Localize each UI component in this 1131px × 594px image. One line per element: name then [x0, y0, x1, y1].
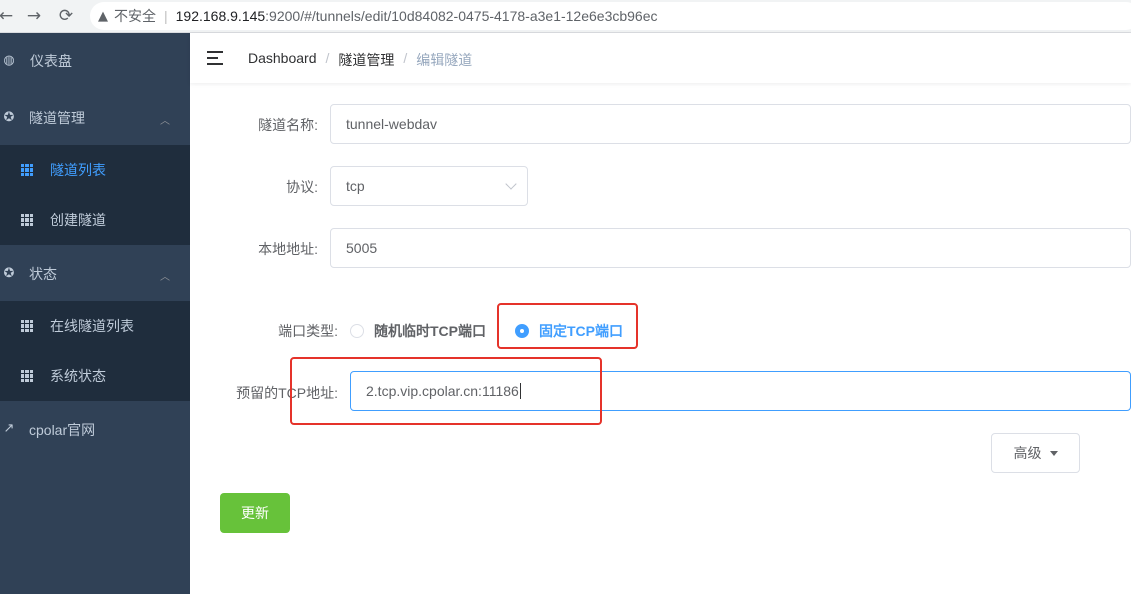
local-address-value: 5005	[346, 240, 378, 256]
breadcrumb-separator: /	[325, 50, 330, 66]
sidebar-item-create-tunnel[interactable]: 创建隧道	[0, 195, 190, 245]
breadcrumb-dashboard[interactable]: Dashboard	[248, 50, 317, 70]
sidebar-item-label: 在线隧道列表	[50, 318, 134, 334]
sidebar-item-status[interactable]: ✪ 状态 ︿	[0, 246, 190, 302]
sidebar-item-label: 创建隧道	[50, 212, 106, 228]
tunnel-name-label: 隧道名称:	[258, 117, 318, 133]
local-address-input[interactable]: 5005	[330, 228, 1131, 268]
radio-label: 随机临时TCP端口	[374, 323, 486, 339]
highlight-box-port-type	[497, 303, 638, 349]
chevron-down-icon	[505, 178, 517, 190]
submenu-status: 在线隧道列表 系统状态	[0, 301, 190, 401]
submenu-tunnels: 隧道列表 创建隧道	[0, 145, 190, 245]
sidebar-item-label: cpolar官网	[29, 422, 96, 438]
chevron-up-icon: ︿	[160, 116, 170, 127]
protocol-label: 协议:	[286, 179, 318, 195]
chevron-up-icon: ︿	[160, 272, 170, 283]
local-address-label: 本地地址:	[258, 241, 318, 257]
radio-circle-icon	[350, 324, 364, 338]
radio-random-tcp-port[interactable]: 随机临时TCP端口	[350, 321, 486, 341]
insecure-label: 不安全	[114, 8, 156, 24]
reload-icon[interactable]: ⟳	[54, 4, 78, 28]
sidebar-item-dashboard[interactable]: ◍ 仪表盘	[0, 33, 190, 89]
advanced-button[interactable]: 高级	[991, 433, 1080, 473]
grid-icon	[21, 214, 33, 226]
sidebar-item-cpolar-site[interactable]: ↗ cpolar官网	[0, 402, 190, 458]
update-button-label: 更新	[241, 505, 269, 521]
highlight-box-reserved-address	[290, 357, 602, 425]
update-button[interactable]: 更新	[220, 493, 290, 533]
sidebar-item-tunnel-management[interactable]: ✪ 隧道管理 ︿	[0, 90, 190, 146]
sidebar-item-system-status[interactable]: 系统状态	[0, 351, 190, 401]
breadcrumb-current: 编辑隧道	[416, 52, 473, 68]
protocol-select[interactable]: tcp	[330, 166, 528, 206]
sidebar-item-tunnel-list[interactable]: 隧道列表	[0, 145, 190, 195]
sidebar-item-label: 状态	[29, 266, 57, 282]
breadcrumb: Dashboard / 隧道管理 / 编辑隧道	[248, 50, 472, 70]
tunnel-name-input[interactable]: tunnel-webdav	[330, 104, 1131, 144]
address-separator: |	[164, 8, 168, 24]
tunnel-name-value: tunnel-webdav	[346, 116, 438, 132]
grid-icon	[21, 164, 33, 176]
sidebar-item-label: 系统状态	[50, 368, 106, 384]
protocol-value: tcp	[346, 178, 365, 194]
url-path: :9200/#/tunnels/edit/10d84082-0475-4178-…	[265, 8, 658, 24]
sidebar-item-online-tunnels[interactable]: 在线隧道列表	[0, 301, 190, 351]
breadcrumb-separator: /	[403, 50, 408, 66]
top-navbar: Dashboard / 隧道管理 / 编辑隧道	[190, 33, 1131, 83]
back-arrow-icon[interactable]: ←	[0, 4, 18, 28]
caret-down-icon	[1049, 450, 1058, 456]
warning-icon: ▲	[98, 8, 108, 24]
sidebar-item-label: 隧道管理	[29, 110, 85, 126]
address-bar[interactable]: ▲ 不安全 | 192.168.9.145:9200/#/tunnels/edi…	[90, 2, 1131, 30]
url-host: 192.168.9.145	[175, 8, 266, 24]
external-link-icon: ↗	[3, 421, 15, 436]
hamburger-menu-icon[interactable]	[207, 51, 223, 65]
sidebar: ◍ 仪表盘 ✪ 隧道管理 ︿ 隧道列表 创建隧道 ✪ 状态 ︿ 在线隧道列表 系…	[0, 33, 190, 594]
plus-circle-icon: ✪	[3, 266, 15, 281]
breadcrumb-tunnel-management[interactable]: 隧道管理	[338, 50, 394, 70]
browser-toolbar: ← → ⟳ ▲ 不安全 | 192.168.9.145:9200/#/tunne…	[0, 0, 1131, 33]
advanced-button-label: 高级	[1013, 445, 1042, 461]
port-type-label: 端口类型:	[278, 323, 338, 339]
dashboard-icon: ◍	[3, 53, 15, 68]
sidebar-item-label: 仪表盘	[30, 53, 72, 69]
plus-circle-icon: ✪	[3, 110, 15, 125]
grid-icon	[21, 370, 33, 382]
forward-arrow-icon[interactable]: →	[22, 4, 46, 28]
sidebar-item-label: 隧道列表	[50, 162, 106, 178]
grid-icon	[21, 320, 33, 332]
